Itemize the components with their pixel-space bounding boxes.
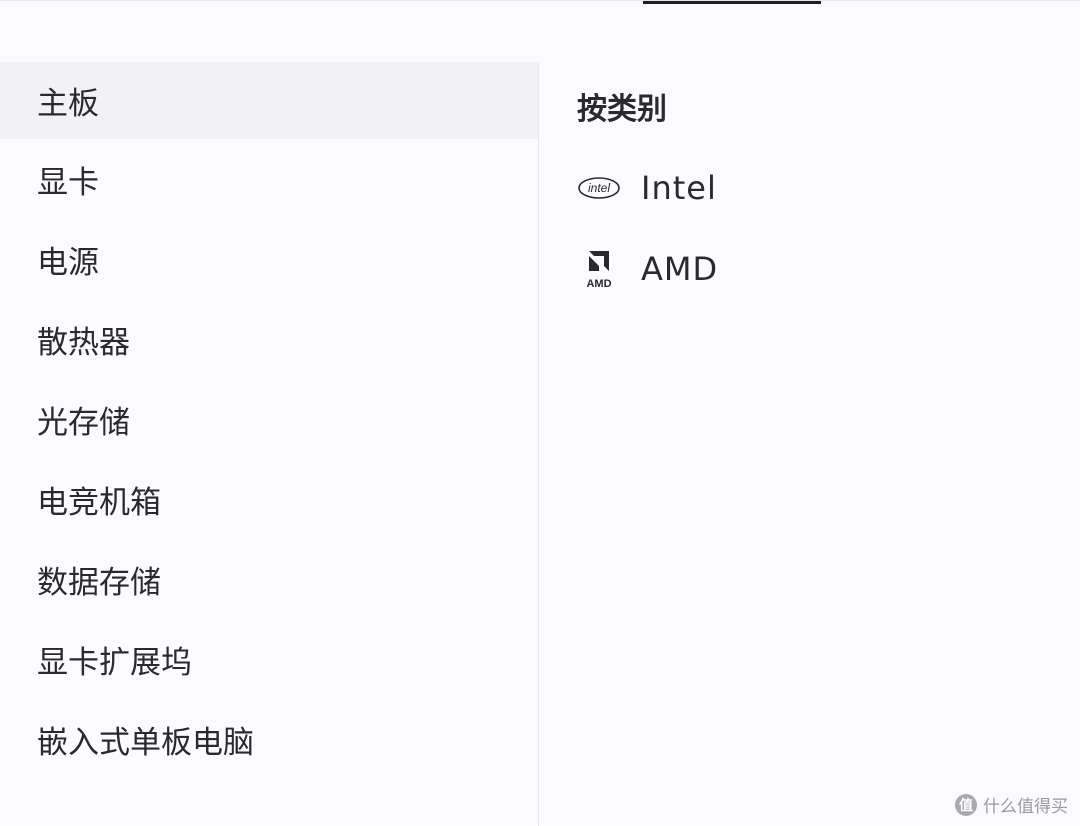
amd-logo-icon: AMD xyxy=(577,247,621,291)
sidebar-item-data-storage[interactable]: 数据存储 xyxy=(0,539,538,619)
watermark-logo-icon: 值 xyxy=(955,793,977,816)
intel-logo-icon: intel xyxy=(577,166,621,210)
sidebar-item-graphics-card[interactable]: 显卡 xyxy=(0,139,538,219)
subcategory-panel: 按类别 intel Intel AMD AMD xyxy=(539,62,1080,826)
sidebar-item-gpu-dock[interactable]: 显卡扩展坞 xyxy=(0,619,538,699)
brand-label-intel: Intel xyxy=(641,169,717,207)
brand-item-amd[interactable]: AMD AMD xyxy=(577,247,718,291)
sidebar-item-power-supply[interactable]: 电源 xyxy=(0,219,538,299)
sidebar-item-cooler[interactable]: 散热器 xyxy=(0,299,538,379)
sidebar-item-single-board-computer[interactable]: 嵌入式单板电脑 xyxy=(0,699,538,779)
active-tab-indicator xyxy=(643,1,821,4)
intel-logo-text: intel xyxy=(588,181,610,195)
brand-item-intel[interactable]: intel Intel xyxy=(577,166,717,210)
menu-window: 主板 显卡 电源 散热器 光存储 电竞机箱 数据存储 显卡扩展坞 嵌入式单板电脑… xyxy=(0,0,1080,826)
amd-logo-text: AMD xyxy=(586,278,611,290)
watermark: 值 什么值得买 xyxy=(955,792,1068,817)
category-sidebar: 主板 显卡 电源 散热器 光存储 电竞机箱 数据存储 显卡扩展坞 嵌入式单板电脑 xyxy=(0,62,538,826)
sidebar-item-motherboard[interactable]: 主板 xyxy=(0,62,538,139)
sidebar-item-gaming-case[interactable]: 电竞机箱 xyxy=(0,459,538,539)
watermark-text: 什么值得买 xyxy=(983,797,1068,817)
brand-label-amd: AMD xyxy=(641,250,719,288)
category-heading: 按类别 xyxy=(577,92,667,127)
sidebar-item-optical-storage[interactable]: 光存储 xyxy=(0,379,538,459)
